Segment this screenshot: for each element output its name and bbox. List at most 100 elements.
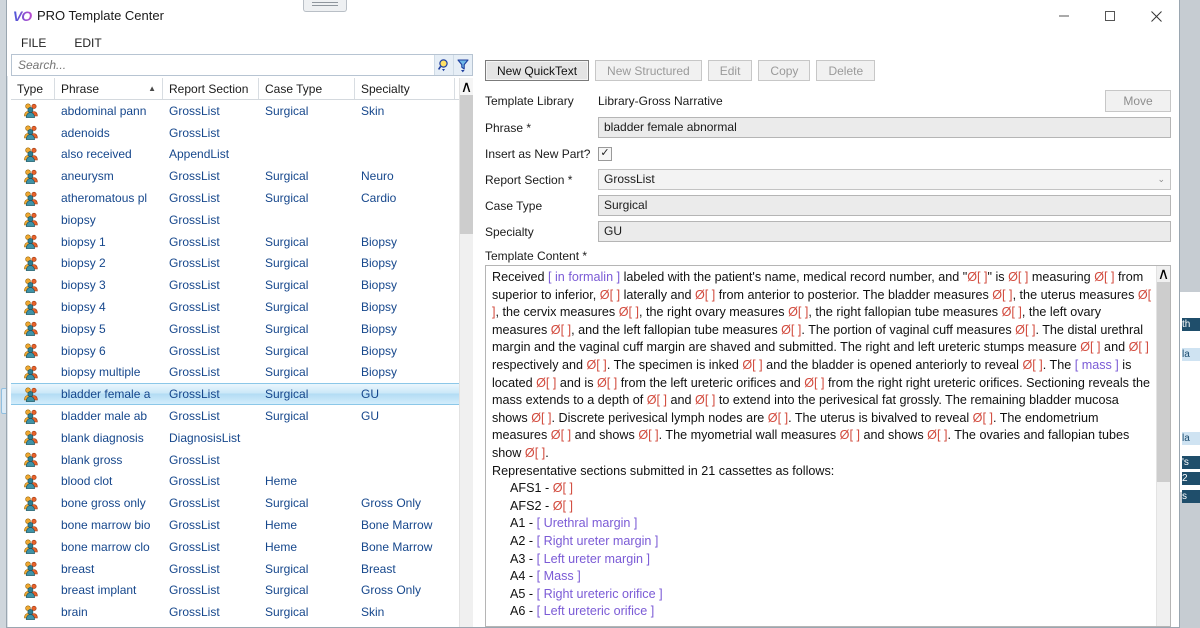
delete-button[interactable]: Delete <box>816 60 876 81</box>
editor-vertical-scrollbar[interactable]: ∧ <box>1156 266 1170 626</box>
row-report-section: GrossList <box>169 343 220 358</box>
users-icon <box>24 474 38 489</box>
table-row[interactable]: biopsy 1 GrossList Surgical Biopsy <box>11 231 459 253</box>
table-row[interactable]: breast GrossList Surgical Breast <box>11 558 459 580</box>
window-drag-handle[interactable] <box>303 0 347 12</box>
users-icon <box>24 169 38 184</box>
table-row[interactable]: adenoids GrossList <box>11 122 459 144</box>
table-row[interactable]: biopsy 6 GrossList Surgical Biopsy <box>11 340 459 362</box>
new-structured-button[interactable]: New Structured <box>595 60 702 81</box>
menu-item-edit[interactable]: EDIT <box>70 34 105 52</box>
table-row[interactable]: bone marrow bio GrossList Heme Bone Marrow <box>11 514 459 536</box>
table-row[interactable]: biopsy multiple GrossList Surgical Biopsy <box>11 362 459 384</box>
row-case-type: Surgical <box>265 409 309 424</box>
row-specialty: Bone Marrow <box>361 518 433 533</box>
table-row[interactable]: bone marrow clo GrossList Heme Bone Marrow <box>11 536 459 558</box>
table-row[interactable]: biopsy GrossList <box>11 209 459 231</box>
table-row[interactable]: brain GrossList Surgical Skin <box>11 601 459 623</box>
merge-field-token: Ø[ ] <box>788 305 809 320</box>
edit-button[interactable]: Edit <box>707 60 753 81</box>
phrase-field[interactable]: bladder female abnormal <box>598 117 1171 138</box>
row-type-icon-cell <box>11 605 55 620</box>
table-row[interactable]: biopsy 4 GrossList Surgical Biopsy <box>11 296 459 318</box>
scroll-up-icon[interactable]: ∧ <box>460 78 473 96</box>
column-header-report-section[interactable]: Report Section <box>163 78 259 99</box>
merge-field-token: Ø[ ] <box>767 410 789 425</box>
row-phrase: biopsy 4 <box>61 300 106 315</box>
search-input[interactable] <box>12 55 434 75</box>
row-case-type: Surgical <box>265 169 309 184</box>
users-icon <box>24 387 38 402</box>
row-type-icon-cell <box>11 125 55 141</box>
table-row[interactable]: atheromatous pl GrossList Surgical Cardio <box>11 187 459 209</box>
column-header-case-type[interactable]: Case Type <box>259 78 355 99</box>
text-token: , the uterus measures <box>1012 287 1138 302</box>
search-dropdown-icon[interactable] <box>434 55 453 75</box>
maximize-button[interactable] <box>1087 0 1133 32</box>
column-header-specialty[interactable]: Specialty <box>355 78 455 99</box>
table-row[interactable]: blank gross GrossList <box>11 449 459 471</box>
new-quicktext-button[interactable]: New QuickText <box>485 60 590 81</box>
table-row[interactable]: blood clot GrossList Heme <box>11 471 459 493</box>
table-row[interactable]: breast implant GrossList Surgical Gross Onl… <box>11 580 459 602</box>
users-icon <box>24 256 38 271</box>
row-report-section: GrossList <box>169 452 220 467</box>
merge-field-token: Ø[ ] <box>524 445 546 460</box>
merge-field-token: Ø[ ] <box>1128 340 1149 355</box>
editor-scroll-up-icon[interactable]: ∧ <box>1157 266 1170 283</box>
row-report-section: GrossList <box>169 539 220 554</box>
users-icon <box>24 321 38 337</box>
table-row[interactable]: biopsy 5 GrossList Surgical Biopsy <box>11 318 459 340</box>
scrollbar-track[interactable] <box>460 95 473 627</box>
merge-field-token: Ø[ ] <box>1008 270 1029 284</box>
template-grid: Type Phrase ▲ Report Section Case Type S… <box>11 78 473 627</box>
users-icon <box>24 234 38 250</box>
table-row-selected[interactable]: bladder female a GrossList Surgical GU <box>11 383 459 406</box>
text-token: labeled with the patient's name, medical… <box>620 270 968 284</box>
text-token: . Discrete perivesical lymph nodes are <box>551 410 768 425</box>
filter-dropdown-icon[interactable] <box>453 55 472 75</box>
table-row[interactable]: biopsy 2 GrossList Surgical Biopsy <box>11 253 459 275</box>
insert-as-new-part-checkbox[interactable]: ✓ <box>598 146 612 161</box>
cassette-label: AFS1 - <box>510 481 553 496</box>
text-token: from the left ureteric orifices and <box>617 375 805 390</box>
table-row[interactable]: blank diagnosis DiagnosisList <box>11 427 459 449</box>
grid-body: Type Phrase ▲ Report Section Case Type S… <box>11 78 459 627</box>
row-specialty: Gross Only <box>361 583 422 598</box>
table-row[interactable]: also received AppendList <box>11 144 459 166</box>
editor-scrollbar-thumb[interactable] <box>1157 282 1170 482</box>
grid-vertical-scrollbar[interactable]: ∧ <box>459 78 473 627</box>
close-button[interactable] <box>1133 0 1179 32</box>
table-row[interactable]: bone gross only GrossList Surgical Gross On… <box>11 492 459 514</box>
cassette-line: AFS1 - Ø[ ] <box>492 481 573 495</box>
row-specialty: GU <box>361 387 379 402</box>
users-icon <box>24 452 38 468</box>
table-row[interactable]: bladder male ab GrossList Surgical GU <box>11 405 459 427</box>
window-body: Type Phrase ▲ Report Section Case Type S… <box>7 54 1179 627</box>
report-section-select[interactable]: GrossList ⌄ <box>598 169 1171 190</box>
row-case-type: Surgical <box>265 256 309 271</box>
table-row[interactable]: abdominal pann GrossList Surgical Skin <box>11 100 459 122</box>
template-library-label: Template Library <box>485 94 574 108</box>
editor-scrollbar-track[interactable] <box>1157 282 1170 626</box>
template-content-editor: Received [ in formalin ] labeled with th… <box>485 265 1171 627</box>
copy-button[interactable]: Copy <box>758 60 811 81</box>
merge-field-token: Ø[ ] <box>1022 357 1043 372</box>
move-button[interactable]: Move <box>1105 90 1171 112</box>
table-row[interactable]: biopsy 3 GrossList Surgical Biopsy <box>11 274 459 296</box>
minimize-button[interactable] <box>1041 0 1087 32</box>
merge-field-token: Ø[ ] <box>638 428 659 443</box>
row-phrase: breast <box>61 561 95 576</box>
specialty-field[interactable]: GU <box>598 221 1171 242</box>
row-specialty: Biopsy <box>361 278 398 293</box>
row-type-icon-cell <box>11 583 55 598</box>
column-header-type[interactable]: Type <box>11 78 55 99</box>
menu-item-file[interactable]: FILE <box>17 34 50 52</box>
window-controls <box>1041 0 1179 32</box>
template-content-text[interactable]: Received [ in formalin ] labeled with th… <box>486 266 1156 626</box>
table-row[interactable]: aneurysm GrossList Surgical Neuro <box>11 165 459 187</box>
merge-field-token: Ø[ ] <box>1015 322 1036 337</box>
case-type-field[interactable]: Surgical <box>598 195 1171 216</box>
column-header-phrase[interactable]: Phrase ▲ <box>55 78 163 99</box>
scrollbar-thumb[interactable] <box>460 95 473 234</box>
